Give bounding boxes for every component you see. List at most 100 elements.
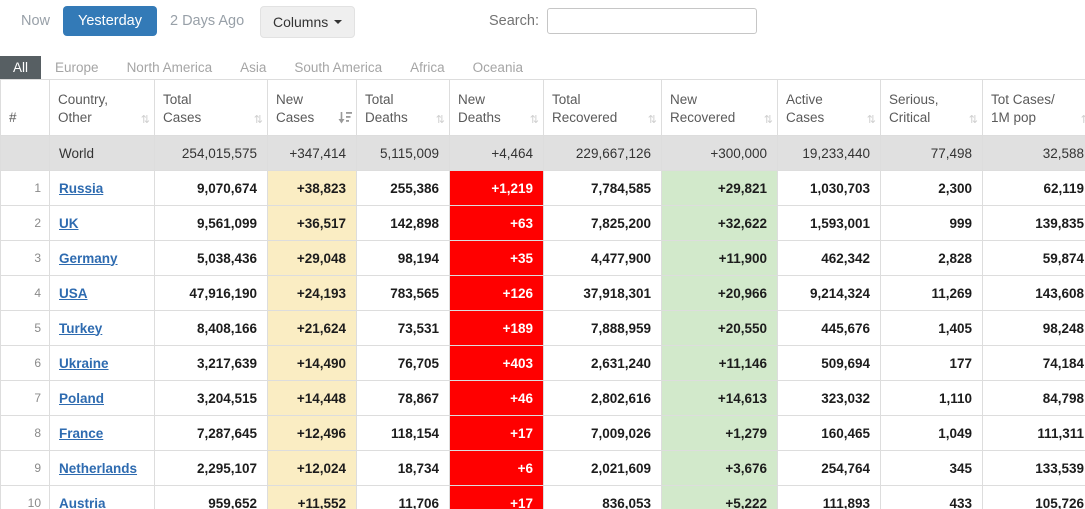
- column-header-label: Total Deaths: [365, 91, 408, 125]
- cell-new-deaths: +35: [449, 240, 544, 276]
- cell-total-recovered: 2,021,609: [543, 450, 662, 486]
- cell-total-recovered: 2,802,616: [543, 380, 662, 416]
- cell-new-deaths: +17: [449, 485, 544, 509]
- cell-new-cases: +38,823: [267, 170, 357, 206]
- country-link-france[interactable]: France: [59, 426, 103, 441]
- cell-new-cases: +11,552: [267, 485, 357, 509]
- cell-serious-critical: 1,110: [880, 380, 983, 416]
- column-header-new-recovered[interactable]: New Recovered ⇅: [661, 79, 778, 136]
- column-header-new-cases[interactable]: New Cases: [267, 79, 357, 136]
- country-link-germany[interactable]: Germany: [59, 251, 118, 266]
- sort-desc-icon: [338, 111, 352, 127]
- cell-total-recovered: 229,667,126: [543, 135, 662, 171]
- cell-country: Austria: [49, 485, 155, 509]
- cell-total-cases: 47,916,190: [154, 275, 268, 311]
- cell-total-deaths: 78,867: [356, 380, 450, 416]
- columns-button[interactable]: Columns: [260, 6, 356, 38]
- search-input[interactable]: [546, 8, 757, 34]
- cell-active-cases: 9,214,324: [777, 275, 881, 311]
- cell-serious-critical: 177: [880, 345, 983, 381]
- column-header-total-recovered[interactable]: Total Recovered ⇅: [543, 79, 662, 136]
- cell-total-deaths: 73,531: [356, 310, 450, 346]
- cell-total-cases: 5,038,436: [154, 240, 268, 276]
- sort-icon: ⇅: [1081, 113, 1085, 126]
- region-tab-south-america[interactable]: South America: [280, 56, 396, 79]
- country-link-turkey[interactable]: Turkey: [59, 321, 102, 336]
- time-tab-yesterday[interactable]: Yesterday: [63, 6, 157, 36]
- table-row-ukraine: 6 Ukraine 3,217,639 +14,490 76,705 +403 2,631,…: [0, 345, 1085, 381]
- column-header-active-cases[interactable]: Active Cases ⇅: [777, 79, 881, 136]
- columns-button-label: Columns: [273, 14, 329, 30]
- cell-total-cases: 7,287,645: [154, 415, 268, 451]
- region-tab-group: All Europe North America Asia South America A…: [0, 56, 1085, 79]
- cell-active-cases: 509,694: [777, 345, 881, 381]
- country-link-ukraine[interactable]: Ukraine: [59, 356, 109, 371]
- region-tab-north-america[interactable]: North America: [113, 56, 227, 79]
- cell-serious-critical: 433: [880, 485, 983, 509]
- cell-new-recovered: +300,000: [661, 135, 778, 171]
- region-tab-europe[interactable]: Europe: [41, 56, 113, 79]
- cell-cases-per-1m: 32,588: [982, 135, 1085, 171]
- cell-total-deaths: 76,705: [356, 345, 450, 381]
- table-row-poland: 7 Poland 3,204,515 +14,448 78,867 +46 2,802,61…: [0, 380, 1085, 416]
- column-header-new-deaths[interactable]: New Deaths ⇅: [449, 79, 544, 136]
- caret-down-icon: [334, 20, 343, 24]
- table-row-germany: 3 Germany 5,038,436 +29,048 98,194 +35 4,477,9…: [0, 240, 1085, 276]
- cell-active-cases: 254,764: [777, 450, 881, 486]
- cell-new-deaths: +6: [449, 450, 544, 486]
- cell-total-deaths: 255,386: [356, 170, 450, 206]
- cell-total-cases: 2,295,107: [154, 450, 268, 486]
- country-link-austria[interactable]: Austria: [59, 496, 106, 509]
- cell-active-cases: 1,030,703: [777, 170, 881, 206]
- region-tab-oceania[interactable]: Oceania: [459, 56, 537, 79]
- cell-cases-per-1m: 74,184: [982, 345, 1085, 381]
- region-tab-asia[interactable]: Asia: [226, 56, 280, 79]
- cell-new-deaths: +1,219: [449, 170, 544, 206]
- column-header-country[interactable]: Country, Other ⇅: [49, 79, 155, 136]
- column-header-serious-critical[interactable]: Serious, Critical ⇅: [880, 79, 983, 136]
- cell-new-recovered: +5,222: [661, 485, 778, 509]
- column-header-total-deaths[interactable]: Total Deaths ⇅: [356, 79, 450, 136]
- cell-new-deaths: +126: [449, 275, 544, 311]
- region-tab-africa[interactable]: Africa: [396, 56, 459, 79]
- cell-cases-per-1m: 133,539: [982, 450, 1085, 486]
- cell-new-deaths: +403: [449, 345, 544, 381]
- search-label: Search:: [489, 13, 539, 29]
- sort-icon: ⇅: [968, 113, 978, 126]
- cell-new-cases: +24,193: [267, 275, 357, 311]
- cell-active-cases: 19,233,440: [777, 135, 881, 171]
- table-row-austria: 10 Austria 959,652 +11,552 11,706 +17 836,053 +…: [0, 485, 1085, 509]
- cell-country: Germany: [49, 240, 155, 276]
- column-header-label: Country, Other: [58, 91, 109, 125]
- cell-serious-critical: 2,300: [880, 170, 983, 206]
- cell-new-recovered: +14,613: [661, 380, 778, 416]
- sort-icon: ⇅: [529, 113, 539, 126]
- column-header-label: Tot Cases/1M pop: [991, 91, 1055, 125]
- cell-total-recovered: 836,053: [543, 485, 662, 509]
- cell-cases-per-1m: 111,311: [982, 415, 1085, 451]
- country-link-uk[interactable]: UK: [59, 216, 79, 231]
- time-tab-now[interactable]: Now: [8, 7, 63, 35]
- region-tab-all[interactable]: All: [0, 56, 42, 79]
- cell-rank: [0, 135, 50, 171]
- cell-rank: 4: [0, 275, 50, 311]
- cell-cases-per-1m: 84,798: [982, 380, 1085, 416]
- time-tab-2-days-ago[interactable]: 2 Days Ago: [157, 7, 257, 35]
- sort-icon: ⇅: [140, 113, 150, 126]
- cell-active-cases: 445,676: [777, 310, 881, 346]
- country-link-russia[interactable]: Russia: [59, 181, 103, 196]
- column-header-cases-per-1m[interactable]: Tot Cases/1M pop ⇅: [982, 79, 1085, 136]
- country-link-netherlands[interactable]: Netherlands: [59, 461, 137, 476]
- column-header-label: New Deaths: [458, 91, 501, 125]
- country-link-usa[interactable]: USA: [59, 286, 88, 301]
- covid-stats-page: Now Yesterday 2 Days Ago Columns Search: A…: [0, 0, 1085, 509]
- cell-new-cases: +347,414: [267, 135, 357, 171]
- cell-new-cases: +14,448: [267, 380, 357, 416]
- sort-icon: ⇅: [647, 113, 657, 126]
- country-link-poland[interactable]: Poland: [59, 391, 104, 406]
- cell-new-cases: +12,024: [267, 450, 357, 486]
- column-header-label: Total Recovered: [552, 91, 618, 125]
- column-header-label: Serious, Critical: [889, 91, 939, 125]
- cell-new-deaths: +63: [449, 205, 544, 241]
- column-header-total-cases[interactable]: Total Cases ⇅: [154, 79, 268, 136]
